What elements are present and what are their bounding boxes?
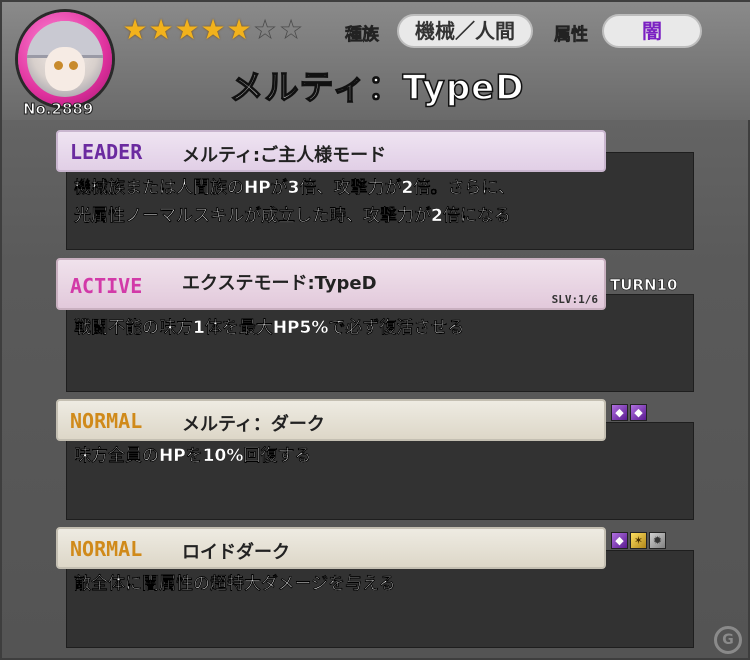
- star-empty-icon: ☆: [278, 13, 304, 46]
- normal-skill-2-header[interactable]: NORMAL ロイドダーク: [56, 527, 606, 569]
- star-filled-icon: ★: [226, 13, 252, 46]
- leader-skill-header[interactable]: LEADER メルティ:ご主人様モード: [56, 130, 606, 172]
- leader-skill-description: 機械族または人間族のHPが3倍、攻撃力が2倍。さらに、 光属性ノーマルスキルが成…: [74, 174, 515, 230]
- star-filled-icon: ★: [174, 13, 200, 46]
- active-skill-header[interactable]: ACTIVE エクステモード:TypeD SLV:1/6: [56, 258, 606, 310]
- attribute-label: 属性: [554, 25, 589, 46]
- tribe-label: 種族: [345, 25, 380, 46]
- gear-orb-icon: ✹: [649, 532, 666, 549]
- description-line: 戦闘不能の味方1体を最大HP5%で必ず復活させる: [74, 318, 465, 338]
- star-empty-icon: ☆: [252, 13, 278, 46]
- normal-skill-1-header[interactable]: NORMAL メルティ：ダーク: [56, 399, 606, 441]
- skill-name: メルティ：ダーク: [182, 414, 325, 435]
- skill-kind-label: LEADER: [70, 140, 143, 164]
- dark-orb-icon: ◆: [611, 532, 628, 549]
- dark-orb-icon: ◆: [630, 404, 647, 421]
- star-filled-icon: ★: [200, 13, 226, 46]
- description-line: 機械族または人間族のHPが3倍、攻撃力が2倍。さらに、: [74, 178, 515, 198]
- dark-orb-icon: ◆: [611, 404, 628, 421]
- skill-name: メルティ:ご主人様モード: [182, 145, 387, 166]
- description-line: 光属性ノーマルスキルが成立した時、攻撃力が2倍になる: [74, 206, 511, 226]
- normal-skill-2-description: 敵全体に闇属性の超特大ダメージを与える: [74, 570, 396, 598]
- star-filled-icon: ★: [148, 13, 174, 46]
- spark-orb-icon: ✶: [630, 532, 647, 549]
- skill-name: ロイドダーク: [182, 542, 290, 563]
- star-filled-icon: ★: [122, 13, 148, 46]
- description-line: 味方全員のHPを10%回復する: [74, 446, 312, 466]
- attribute-value-badge: 闇: [602, 14, 702, 48]
- rarity-stars: ★ ★ ★ ★ ★ ☆ ☆: [122, 16, 304, 44]
- skill-name: エクステモード:TypeD: [182, 273, 377, 294]
- active-skill-description: 戦闘不能の味方1体を最大HP5%で必ず復活させる: [74, 314, 465, 342]
- tribe-value-badge: 機械／人間: [397, 14, 533, 48]
- description-line: 敵全体に闇属性の超特大ダメージを与える: [74, 574, 396, 594]
- active-skill-turn: TURN10: [610, 276, 678, 295]
- skill-kind-label: ACTIVE: [70, 274, 143, 298]
- character-skill-screen: No.2889 ★ ★ ★ ★ ★ ☆ ☆ 種族 機械／人間 属性 闇 メルティ…: [0, 0, 750, 660]
- skill-kind-label: NORMAL: [70, 409, 143, 433]
- skill-kind-label: NORMAL: [70, 537, 143, 561]
- normal-skill-1-description: 味方全員のHPを10%回復する: [74, 442, 312, 470]
- skill-level: SLV:1/6: [551, 293, 598, 306]
- watermark-logo-icon: G: [714, 626, 742, 654]
- character-name: メルティ：TypeD: [229, 67, 525, 109]
